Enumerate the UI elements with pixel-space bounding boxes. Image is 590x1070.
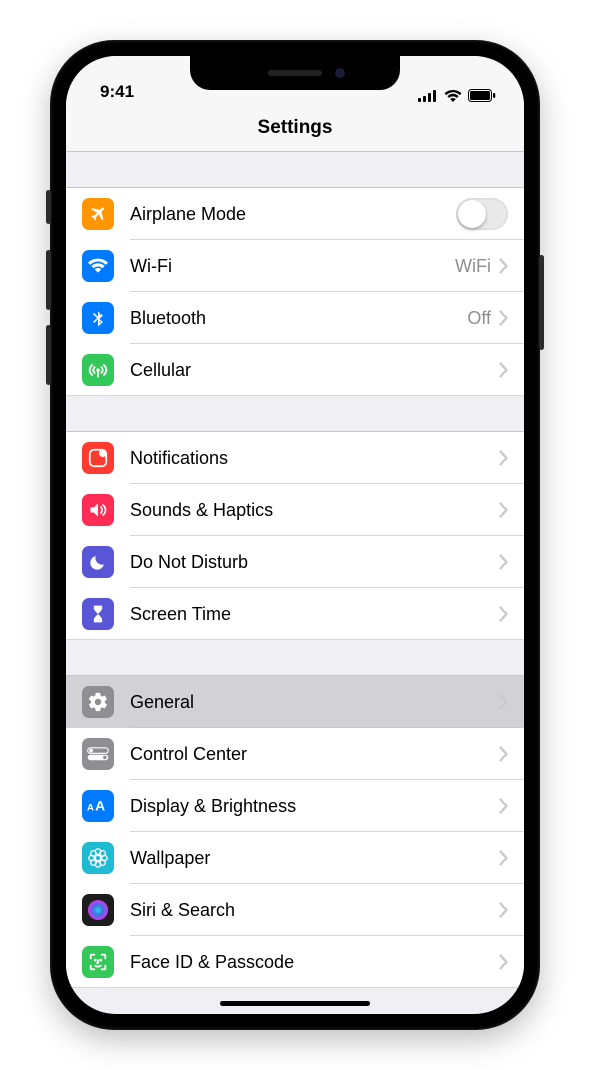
group-separator (66, 640, 524, 676)
chevron-right-icon (499, 450, 508, 466)
volume-up-button (46, 250, 51, 310)
row-label: Wi-Fi (130, 256, 455, 277)
wifi-status-icon (444, 90, 462, 102)
status-time: 9:41 (100, 82, 134, 102)
front-camera (335, 68, 345, 78)
settings-row-screentime[interactable]: Screen Time (66, 588, 524, 640)
sounds-icon (82, 494, 114, 526)
row-label: Display & Brightness (130, 796, 499, 817)
group-separator (66, 396, 524, 432)
row-label: Face ID & Passcode (130, 952, 499, 973)
row-label: Sounds & Haptics (130, 500, 499, 521)
settings-row-faceid[interactable]: Face ID & Passcode (66, 936, 524, 988)
settings-row-wallpaper[interactable]: Wallpaper (66, 832, 524, 884)
settings-list[interactable]: Airplane ModeWi-FiWiFiBluetoothOffCellul… (66, 152, 524, 988)
home-indicator[interactable] (220, 1001, 370, 1006)
face-icon (82, 946, 114, 978)
row-value: WiFi (455, 256, 491, 277)
screen: 9:41 Settings Airplane ModeWi-FiWiFiBlue… (66, 56, 524, 1014)
row-label: General (130, 692, 499, 713)
chevron-right-icon (499, 606, 508, 622)
power-button (539, 255, 544, 350)
settings-row-notifications[interactable]: Notifications (66, 432, 524, 484)
hourglass-icon (82, 598, 114, 630)
switches-icon (82, 738, 114, 770)
settings-row-display[interactable]: AA Display & Brightness (66, 780, 524, 832)
mute-switch (46, 190, 51, 224)
row-label: Bluetooth (130, 308, 467, 329)
group-separator (66, 152, 524, 188)
settings-row-wifi[interactable]: Wi-FiWiFi (66, 240, 524, 292)
settings-group: General Control Center AA Display & Brightn… (66, 676, 524, 988)
airplane-toggle[interactable] (456, 198, 508, 230)
moon-icon (82, 546, 114, 578)
volume-down-button (46, 325, 51, 385)
row-label: Siri & Search (130, 900, 499, 921)
gear-icon (82, 686, 114, 718)
settings-row-dnd[interactable]: Do Not Disturb (66, 536, 524, 588)
settings-row-airplane[interactable]: Airplane Mode (66, 188, 524, 240)
flower-icon (82, 842, 114, 874)
row-label: Do Not Disturb (130, 552, 499, 573)
chevron-right-icon (499, 746, 508, 762)
cellular-icon (82, 354, 114, 386)
settings-row-control[interactable]: Control Center (66, 728, 524, 780)
row-value: Off (467, 308, 491, 329)
settings-group: Airplane ModeWi-FiWiFiBluetoothOffCellul… (66, 188, 524, 396)
settings-row-siri[interactable]: Siri & Search (66, 884, 524, 936)
row-label: Control Center (130, 744, 499, 765)
settings-row-general[interactable]: General (66, 676, 524, 728)
speaker (268, 70, 322, 76)
settings-row-bluetooth[interactable]: BluetoothOff (66, 292, 524, 344)
settings-row-sounds[interactable]: Sounds & Haptics (66, 484, 524, 536)
chevron-right-icon (499, 554, 508, 570)
chevron-right-icon (499, 502, 508, 518)
row-label: Screen Time (130, 604, 499, 625)
notch (190, 56, 400, 90)
phone-frame: 9:41 Settings Airplane ModeWi-FiWiFiBlue… (50, 40, 540, 1030)
svg-text:A: A (87, 802, 94, 813)
aa-icon: AA (82, 790, 114, 822)
wifi-icon (82, 250, 114, 282)
chevron-right-icon (499, 362, 508, 378)
chevron-right-icon (499, 258, 508, 274)
svg-text:A: A (95, 797, 105, 813)
row-label: Cellular (130, 360, 499, 381)
row-label: Notifications (130, 448, 499, 469)
notifications-icon (82, 442, 114, 474)
chevron-right-icon (499, 850, 508, 866)
nav-bar: Settings (66, 104, 524, 152)
chevron-right-icon (499, 902, 508, 918)
row-label: Wallpaper (130, 848, 499, 869)
airplane-icon (82, 198, 114, 230)
row-label: Airplane Mode (130, 204, 456, 225)
battery-icon (468, 89, 496, 102)
chevron-right-icon (499, 310, 508, 326)
bluetooth-icon (82, 302, 114, 334)
page-title: Settings (258, 117, 333, 139)
settings-row-cellular[interactable]: Cellular (66, 344, 524, 396)
chevron-right-icon (499, 954, 508, 970)
cellular-signal-icon (418, 90, 438, 102)
siri-icon (82, 894, 114, 926)
chevron-right-icon (499, 694, 508, 710)
settings-group: Notifications Sounds & Haptics Do Not Dist… (66, 432, 524, 640)
chevron-right-icon (499, 798, 508, 814)
